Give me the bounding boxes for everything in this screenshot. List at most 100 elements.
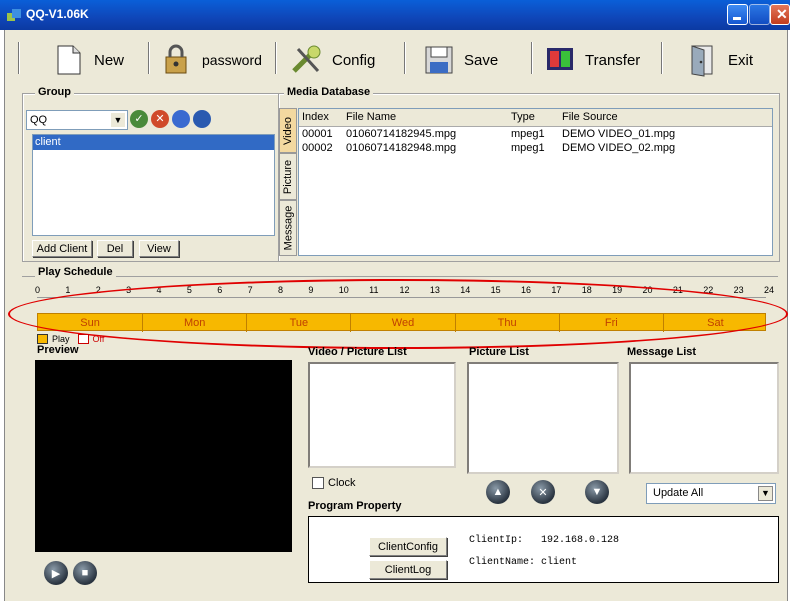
tab-picture-label: Picture [282, 159, 294, 194]
minimize-button[interactable] [727, 4, 748, 25]
config-button[interactable]: Config [290, 38, 375, 82]
toolbar-separator [18, 42, 20, 74]
client-log-button[interactable]: ClientLog [369, 560, 447, 579]
globe-icon[interactable] [172, 110, 190, 128]
lock-icon [165, 44, 187, 74]
door-icon [691, 45, 713, 77]
col-type[interactable]: Type [511, 111, 535, 123]
col-index[interactable]: Index [302, 111, 329, 123]
check-icon[interactable]: ✓ [130, 110, 148, 128]
new-label: New [94, 51, 125, 69]
title-bar: QQ-V1.06K ✕ [0, 0, 790, 30]
save-button[interactable]: Save [422, 38, 498, 82]
toolbar-separator [661, 42, 663, 74]
cell-type: mpeg1 [511, 142, 545, 154]
remove-button[interactable]: ✕ [531, 480, 555, 504]
floppy-icon [425, 46, 453, 74]
move-up-button[interactable]: ▲ [486, 480, 510, 504]
schedule-title: Play Schedule [35, 266, 116, 278]
arrow-down-icon: ▼ [591, 486, 603, 498]
exit-button[interactable]: Exit [686, 38, 753, 82]
chevron-down-icon[interactable]: ▼ [758, 486, 773, 501]
play-swatch [37, 334, 48, 344]
group-select-value: QQ [30, 114, 48, 126]
video-picture-list[interactable] [308, 362, 456, 468]
close-button[interactable]: ✕ [770, 4, 790, 25]
move-down-button[interactable]: ▼ [585, 480, 609, 504]
group-icon-buttons: ✓ ✕ [130, 110, 211, 128]
refresh-icon[interactable] [193, 110, 211, 128]
update-select-value: Update All [653, 487, 704, 499]
table-row[interactable]: 00002 01060714182948.mpg mpeg1 DEMO VIDE… [299, 142, 772, 156]
table-row[interactable]: 00001 01060714182945.mpg mpeg1 DEMO VIDE… [299, 128, 772, 142]
close-icon: ✕ [538, 486, 548, 499]
clock-checkbox[interactable]: Clock [312, 477, 356, 489]
off-swatch [77, 334, 89, 344]
picture-list-title: Picture List [469, 346, 529, 358]
delete-icon[interactable]: ✕ [151, 110, 169, 128]
view-button[interactable]: View [139, 240, 179, 257]
chevron-down-icon[interactable]: ▼ [111, 113, 125, 127]
group-select[interactable]: QQ ▼ [26, 110, 128, 130]
stop-button[interactable]: ■ [73, 561, 97, 585]
client-name-label: ClientName: [469, 557, 536, 568]
update-select[interactable]: Update All ▼ [646, 483, 776, 504]
transfer-label: Transfer [585, 51, 641, 69]
legend-play: Play [52, 334, 70, 344]
window-title: QQ-V1.06K [26, 7, 89, 21]
client-name-value: client [541, 557, 578, 568]
group-title: Group [35, 86, 74, 98]
play-button[interactable]: ▶ [44, 561, 68, 585]
toolbar-separator [275, 42, 277, 74]
picture-list[interactable] [467, 362, 619, 474]
cell-file-name: 01060714182945.mpg [346, 128, 457, 140]
client-ip-label: ClientIp: [469, 535, 524, 546]
col-file-name[interactable]: File Name [346, 111, 396, 123]
media-table: Index File Name Type File Source 00001 0… [298, 108, 773, 256]
toolbar-separator [404, 42, 406, 74]
cell-index: 00001 [302, 128, 333, 140]
cell-file-name: 01060714182948.mpg [346, 142, 457, 154]
legend-off: Off [92, 334, 105, 344]
client-ip-value: 192.168.0.128 [541, 535, 620, 546]
tab-message[interactable]: Message [279, 200, 297, 256]
app-icon [7, 9, 21, 21]
toolbar-separator [148, 42, 150, 74]
cell-file-source: DEMO VIDEO_01.mpg [562, 128, 676, 140]
new-button[interactable]: New [52, 38, 124, 82]
document-icon [57, 45, 81, 75]
password-label: password [202, 52, 262, 68]
tab-message-label: Message [282, 205, 295, 251]
wrench-icon [292, 45, 321, 73]
list-item[interactable]: client [33, 135, 274, 150]
hour-tick: 0 [35, 285, 41, 295]
cell-file-source: DEMO VIDEO_02.mpg [562, 142, 676, 154]
table-header: Index File Name Type File Source [299, 109, 772, 127]
tab-video[interactable]: Video [279, 108, 297, 153]
preview-title: Preview [37, 344, 79, 356]
tab-picture[interactable]: Picture [279, 153, 297, 200]
transfer-button[interactable]: Transfer [543, 38, 640, 82]
play-icon: ▶ [51, 567, 61, 580]
password-button[interactable]: password [160, 38, 262, 82]
clock-label: Clock [328, 477, 356, 489]
stop-icon: ■ [81, 567, 89, 579]
del-button[interactable]: Del [97, 240, 133, 257]
col-file-source[interactable]: File Source [562, 111, 618, 123]
arrow-up-icon: ▲ [492, 486, 504, 498]
checkbox-icon[interactable] [312, 477, 324, 489]
message-list[interactable] [629, 362, 779, 474]
client-config-button[interactable]: ClientConfig [369, 537, 447, 556]
add-client-button[interactable]: Add Client [32, 240, 92, 257]
cell-type: mpeg1 [511, 128, 545, 140]
program-property-title: Program Property [308, 500, 402, 512]
maximize-button[interactable] [749, 4, 770, 25]
tab-video-label: Video [282, 116, 294, 145]
hour-tick: 23 [733, 285, 744, 295]
schedule-legend: Play Off [37, 334, 104, 344]
preview-screen [35, 360, 292, 552]
hour-tick: 24 [764, 285, 775, 295]
cell-index: 00002 [302, 142, 333, 154]
exit-label: Exit [728, 51, 754, 69]
client-list: client [32, 134, 275, 236]
